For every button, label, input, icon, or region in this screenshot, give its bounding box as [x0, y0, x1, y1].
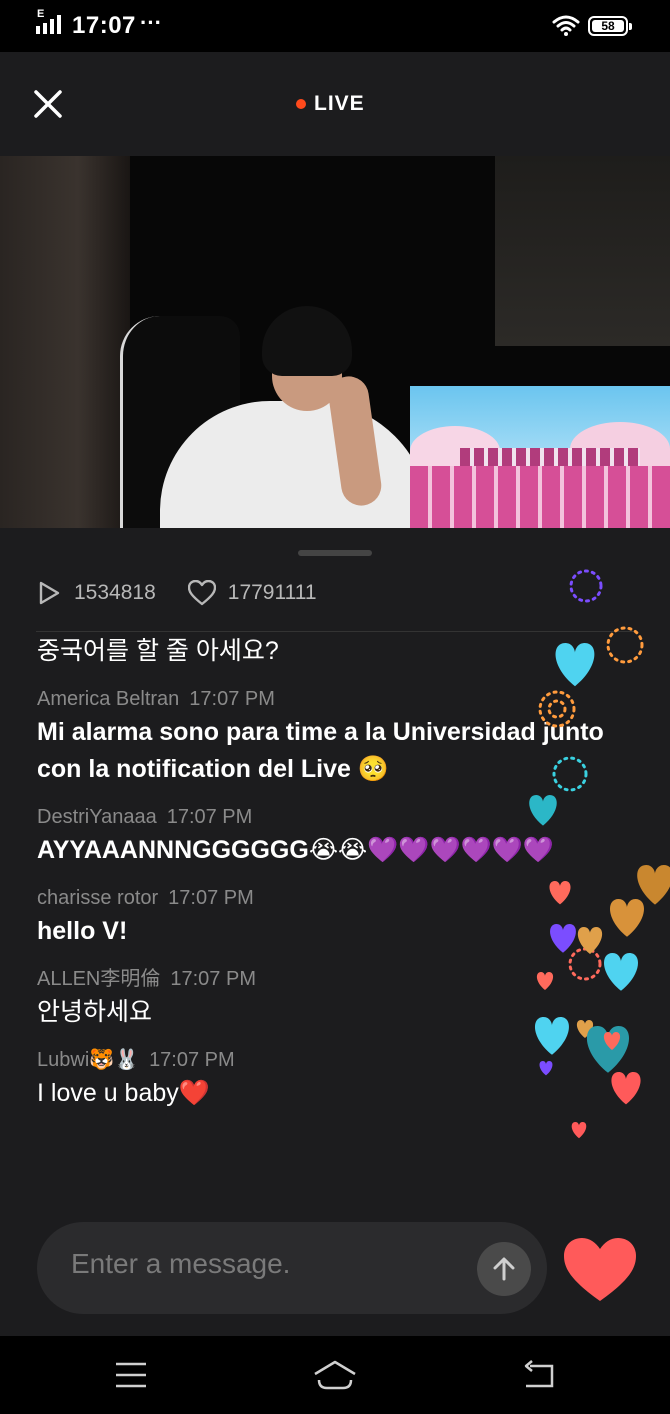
chat-message: America Beltran 17:07 PM Mi alarma sono p…: [37, 684, 637, 788]
close-button[interactable]: [30, 86, 66, 122]
send-button[interactable]: [477, 1242, 531, 1296]
live-label: LIVE: [314, 92, 365, 115]
chat-username: charisse rotor: [37, 887, 159, 909]
chat-username: ALLEN李明倫: [37, 968, 161, 990]
chat-message-text: I love u baby❤️: [37, 1079, 210, 1107]
message-input-placeholder: Enter a message.: [71, 1248, 291, 1279]
menu-button[interactable]: [114, 1360, 148, 1395]
arrow-up-icon: [493, 1257, 515, 1281]
signal-icon: [36, 15, 61, 34]
chat-message: ALLEN李明倫 17:07 PM 안녕하세요: [37, 964, 637, 1031]
chat-message-text: AYYAAANNNGGGGGG😭😭💜💜💜💜💜💜: [37, 836, 555, 864]
battery-icon: 58: [588, 16, 632, 36]
top-bar: LIVE: [0, 52, 670, 156]
chat-message: DestriYanaaa 17:07 PM AYYAAANNNGGGGGG😭😭💜💜…: [37, 802, 637, 869]
chat-username: America Beltran: [37, 688, 180, 710]
system-nav-bar: [0, 1336, 670, 1414]
stats-row: 1534818 17791111: [36, 577, 349, 609]
live-dot-icon: [296, 99, 306, 109]
chat-username: Lubwi🐯🐰: [37, 1049, 140, 1071]
chat-message-text: 안녕하세요: [37, 998, 153, 1026]
chat-time: 17:07 PM: [170, 968, 256, 990]
chat-message: charisse rotor 17:07 PM hello V!: [37, 883, 637, 950]
play-icon: [39, 581, 60, 605]
chat-time: 17:07 PM: [168, 887, 254, 909]
chat-message: Lubwi🐯🐰 17:07 PM I love u baby❤️: [37, 1045, 637, 1112]
status-bar: E 17:07 ··· 58: [0, 0, 670, 52]
like-button[interactable]: [562, 1237, 638, 1303]
chat-list[interactable]: 중국어를 할 줄 아세요? America Beltran 17:07 PM Mi…: [37, 632, 637, 1112]
chat-time: 17:07 PM: [189, 688, 275, 710]
game-screen-overlay: [410, 386, 670, 528]
message-input[interactable]: Enter a message.: [37, 1222, 547, 1314]
close-icon: [34, 90, 62, 118]
play-count: 1534818: [36, 580, 156, 606]
chat-time: 17:07 PM: [149, 1049, 235, 1071]
heart-outline-icon: [187, 580, 216, 606]
chat-time: 17:07 PM: [166, 806, 253, 828]
play-count-value: 1534818: [74, 581, 156, 604]
chat-message-text: 중국어를 할 줄 아세요?: [37, 637, 279, 665]
like-count-value: 17791111: [227, 581, 317, 604]
home-icon: [314, 1360, 356, 1390]
drag-handle[interactable]: [298, 550, 372, 556]
home-button[interactable]: [313, 1360, 357, 1397]
menu-icon: [116, 1362, 146, 1388]
heart-icon: [564, 1238, 636, 1301]
video-player[interactable]: [0, 156, 670, 528]
chat-username: DestriYanaaa: [37, 806, 157, 828]
like-count: 17791111: [187, 580, 317, 606]
chat-message-text: hello V!: [37, 917, 128, 945]
clock: 17:07: [72, 12, 136, 39]
chat-message-text: Mi alarma sono para time a la Universida…: [37, 718, 604, 783]
more-notifications: ···: [140, 10, 162, 35]
live-stream-screen: LIVE 1534818 17791111 중국어를 할 줄 아세요? Amer…: [0, 52, 670, 1336]
battery-level: 58: [601, 19, 615, 33]
live-indicator: LIVE: [296, 92, 365, 116]
back-icon: [524, 1360, 554, 1388]
wifi-icon: [552, 15, 580, 36]
back-button[interactable]: [520, 1360, 556, 1395]
